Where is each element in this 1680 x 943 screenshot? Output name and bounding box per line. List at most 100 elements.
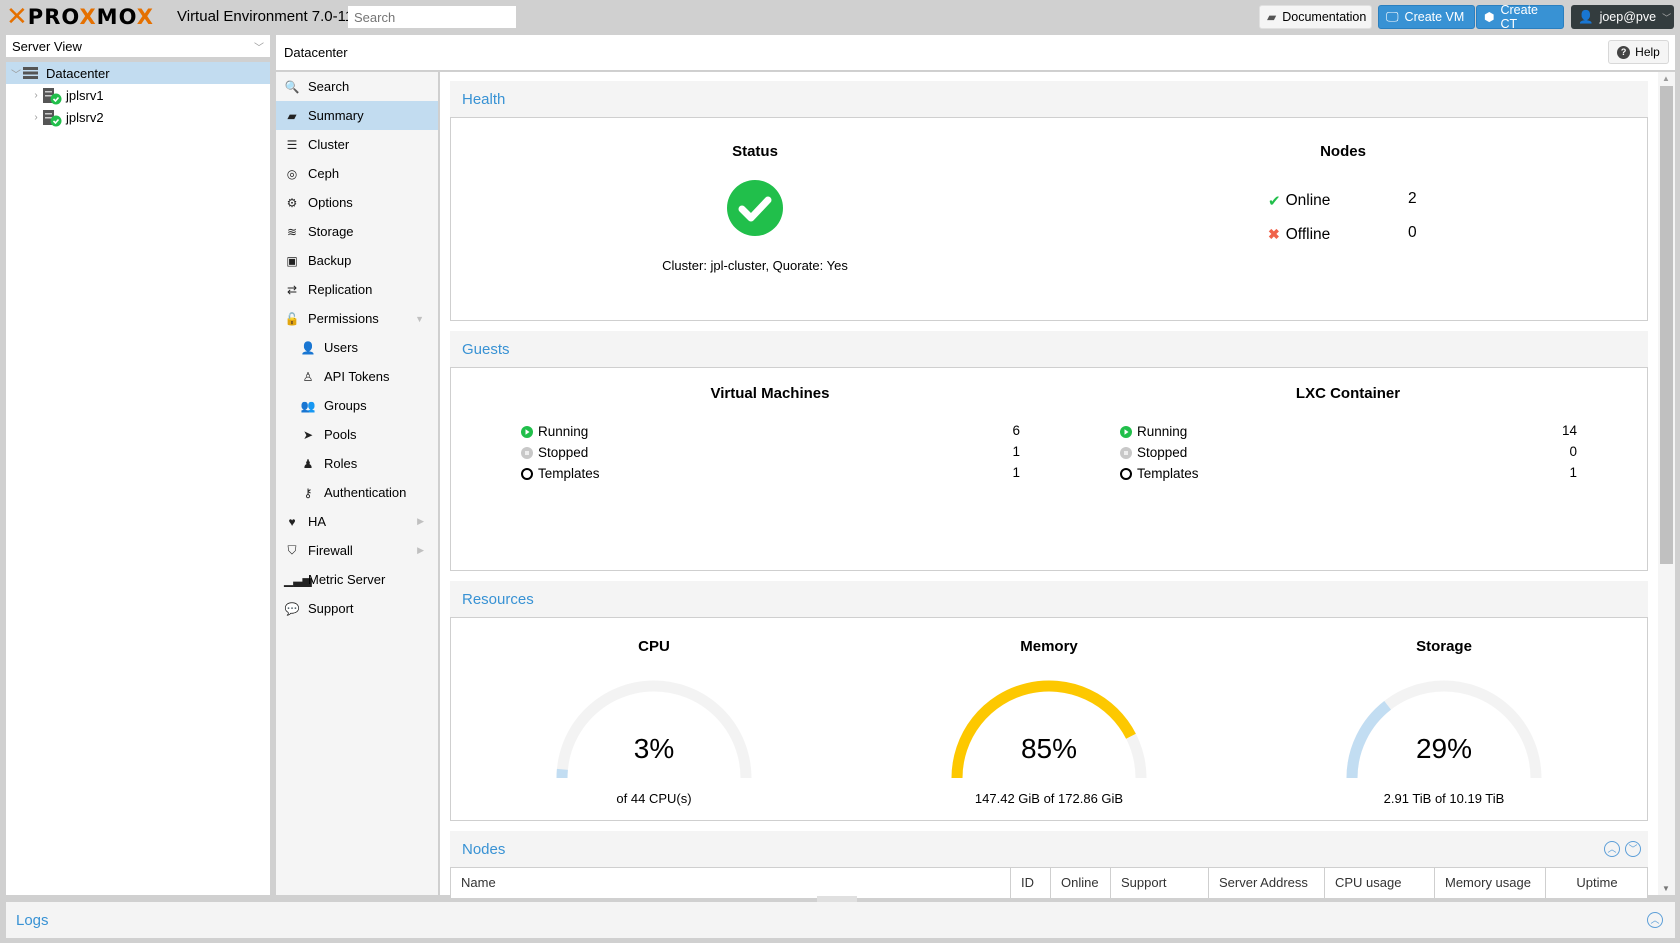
- health-panel-header: Health: [450, 81, 1648, 117]
- nav-item-ha[interactable]: ♥ HA ▶: [276, 507, 438, 536]
- create-ct-button[interactable]: ⬢ Create CT: [1476, 3, 1564, 31]
- expand-toggle-icon[interactable]: ›: [30, 112, 42, 123]
- nav-item-search[interactable]: 🔍 Search: [276, 72, 438, 101]
- gauge-detail: 147.42 GiB of 172.86 GiB: [974, 791, 1124, 806]
- user-outline-icon: ♙: [302, 369, 314, 384]
- nav-item-support[interactable]: 💬 Support: [276, 594, 438, 623]
- expand-toggle-icon[interactable]: ›: [30, 90, 42, 101]
- nav-item-label: Pools: [324, 427, 357, 442]
- bar-chart-icon: ▁▃▅: [284, 572, 312, 587]
- tree-item-label: Datacenter: [46, 65, 110, 81]
- expand-up-icon[interactable]: ︿: [1647, 912, 1663, 928]
- users-icon: 👥: [300, 398, 316, 413]
- view-selector[interactable]: Server View ﹀: [6, 35, 270, 57]
- tree-item-label: jplsrv2: [66, 109, 104, 125]
- nav-item-summary[interactable]: ▰ Summary: [276, 101, 438, 130]
- nav-item-roles[interactable]: ♟ Roles: [276, 449, 438, 478]
- tags-icon: ➤: [302, 427, 314, 442]
- nav-item-groups[interactable]: 👥 Groups: [276, 391, 438, 420]
- gauge-title: Memory: [1020, 638, 1078, 655]
- tree-item-datacenter[interactable]: ﹀ Datacenter: [6, 62, 270, 84]
- submenu-arrow-icon[interactable]: ▶: [417, 545, 424, 556]
- guests-title: Guests: [462, 340, 510, 358]
- lxc-stopped-label: Stopped: [1137, 445, 1188, 460]
- view-selector-value: Server View: [12, 38, 82, 54]
- tree-item-label: jplsrv1: [66, 87, 104, 103]
- logs-panel-header[interactable]: Logs ︿: [6, 902, 1675, 938]
- resources-title: Resources: [462, 590, 534, 608]
- help-button[interactable]: ? Help: [1608, 40, 1669, 64]
- nav-item-label: Metric Server: [308, 572, 386, 587]
- template-icon: [521, 467, 533, 480]
- nav-item-label: Authentication: [324, 485, 407, 500]
- vm-title: Virtual Machines: [710, 385, 830, 402]
- shield-icon: ⛉: [287, 543, 297, 557]
- scrollbar-thumb[interactable]: [1660, 86, 1673, 564]
- book-icon: ▰: [1267, 10, 1277, 24]
- nav-item-ceph[interactable]: ◎ Ceph: [276, 159, 438, 188]
- nav-item-users[interactable]: 👤 Users: [276, 333, 438, 362]
- lxc-running-count: 14: [1561, 423, 1577, 438]
- nav-item-label: Permissions: [308, 311, 379, 326]
- stopped-icon: [1120, 446, 1132, 459]
- user-menu-button[interactable]: 👤 joep@pve ﹀: [1571, 5, 1674, 29]
- resources-panel-header: Resources: [450, 581, 1648, 617]
- column-header-online[interactable]: Online: [1051, 867, 1111, 898]
- times-icon: ✖: [1268, 226, 1280, 242]
- nav-item-authentication[interactable]: ⚷ Authentication: [276, 478, 438, 507]
- ceph-icon: ◎: [286, 166, 298, 181]
- column-header-id[interactable]: ID: [1011, 867, 1051, 898]
- online-count: 2: [1408, 190, 1417, 207]
- documentation-button[interactable]: ▰ Documentation: [1259, 5, 1372, 29]
- online-label: Online: [1285, 191, 1331, 209]
- tree-item-node[interactable]: › jplsrv2: [6, 106, 270, 128]
- nav-item-metric-server[interactable]: ▁▃▅ Metric Server: [276, 565, 438, 594]
- nav-item-label: Backup: [308, 253, 352, 268]
- nodes-title: Nodes: [1320, 143, 1366, 160]
- scroll-down-arrow-icon[interactable]: ▼: [1662, 884, 1670, 893]
- health-title: Health: [462, 90, 506, 108]
- nav-item-cluster[interactable]: ☰ Cluster: [276, 130, 438, 159]
- vm-stopped-count: 1: [1012, 444, 1020, 459]
- collapse-toggle-icon[interactable]: ﹀: [10, 66, 22, 81]
- content-header: [276, 35, 1675, 71]
- nav-item-options[interactable]: ⚙ Options: [276, 188, 438, 217]
- nav-item-label: HA: [308, 514, 327, 529]
- collapse-up-icon[interactable]: ︿: [1604, 841, 1620, 857]
- vm-templates-row: Templates: [521, 463, 600, 484]
- submenu-arrow-icon[interactable]: ▶: [417, 516, 424, 527]
- create-vm-button[interactable]: 🖵 Create VM: [1378, 5, 1475, 29]
- template-icon: [1120, 467, 1132, 480]
- column-header-uptime[interactable]: Uptime: [1546, 867, 1648, 898]
- desktop-icon: 🖵: [1386, 9, 1399, 24]
- proxmox-logo[interactable]: ✕ PROXMOX: [6, 4, 154, 30]
- nav-item-permissions[interactable]: 🔓 Permissions ▼: [276, 304, 438, 333]
- resource-tree: ﹀ Datacenter › jplsrv1 › jplsrv2: [6, 62, 270, 895]
- column-header-cpu-usage[interactable]: CPU usage: [1325, 867, 1435, 898]
- nav-item-label: API Tokens: [324, 369, 390, 384]
- nav-item-label: Cluster: [308, 137, 350, 152]
- chevron-down-icon: ﹀: [254, 42, 264, 54]
- column-header-memory-usage[interactable]: Memory usage: [1435, 867, 1546, 898]
- column-header-name[interactable]: Name: [451, 867, 1011, 898]
- expanded-arrow-icon[interactable]: ▼: [415, 314, 424, 324]
- nav-item-api-tokens[interactable]: ♙ API Tokens: [276, 362, 438, 391]
- column-header-support[interactable]: Support: [1111, 867, 1209, 898]
- offline-count: 0: [1408, 224, 1417, 241]
- nav-item-replication[interactable]: ⇄ Replication: [276, 275, 438, 304]
- vm-templates-label: Templates: [538, 466, 600, 481]
- nav-item-firewall[interactable]: ⛉ Firewall ▶: [276, 536, 438, 565]
- expand-down-icon[interactable]: ﹀: [1625, 841, 1641, 857]
- scroll-up-arrow-icon[interactable]: ▲: [1662, 74, 1670, 83]
- offline-label: Offline: [1285, 225, 1331, 243]
- nav-item-storage[interactable]: ≋ Storage: [276, 217, 438, 246]
- nav-item-backup[interactable]: ▣ Backup: [276, 246, 438, 275]
- vm-running-label: Running: [538, 424, 589, 439]
- nav-item-label: Ceph: [308, 166, 340, 181]
- floppy-icon: ▣: [286, 253, 298, 268]
- tree-item-node[interactable]: › jplsrv1: [6, 84, 270, 106]
- nav-item-pools[interactable]: ➤ Pools: [276, 420, 438, 449]
- nav-item-label: Storage: [308, 224, 354, 239]
- search-input[interactable]: [348, 6, 516, 28]
- column-header-server-address[interactable]: Server Address: [1209, 867, 1325, 898]
